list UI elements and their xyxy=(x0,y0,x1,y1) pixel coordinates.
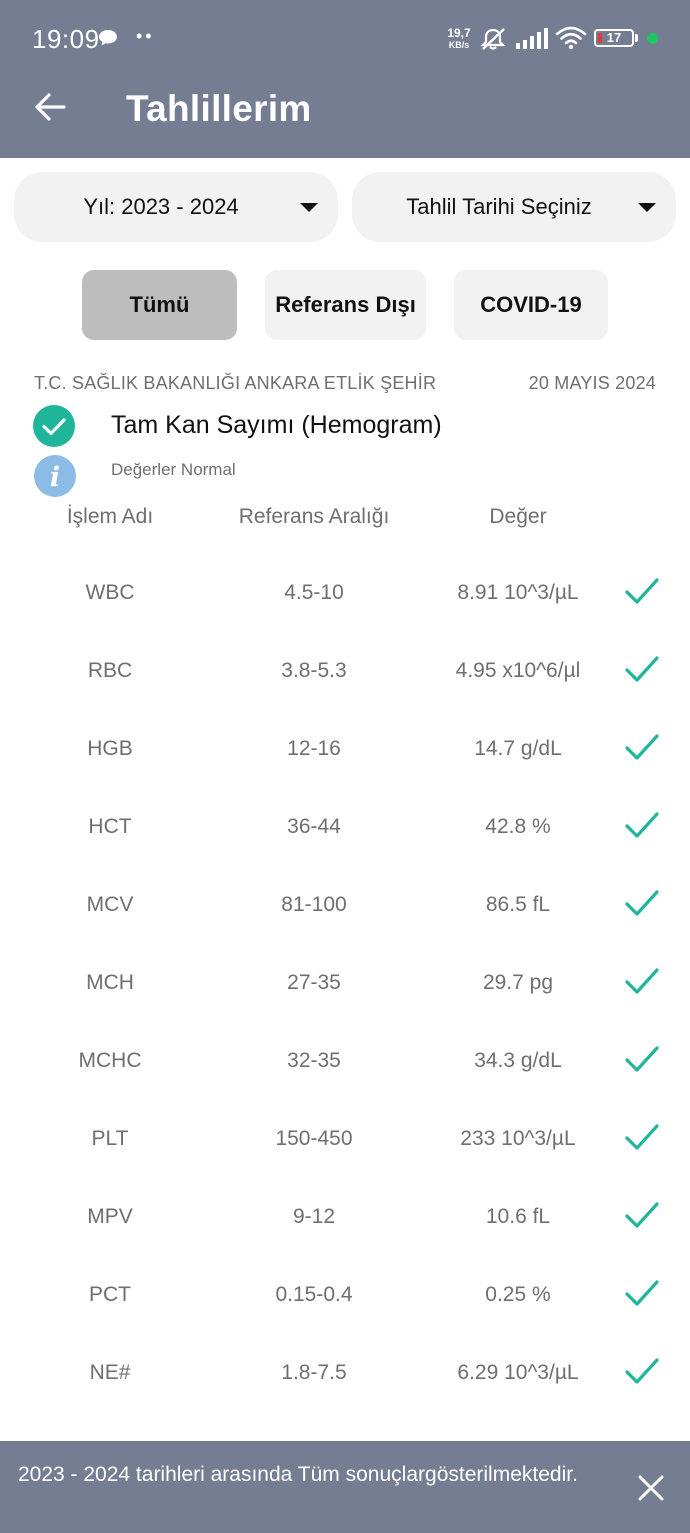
network-speed-value: 19,7 xyxy=(447,26,471,40)
row-reference: 150-450 xyxy=(275,1127,353,1150)
signal-icon xyxy=(516,28,548,49)
row-reference: 32-35 xyxy=(287,1049,341,1072)
checkmark-icon xyxy=(625,1280,659,1306)
network-speed-unit: KB/s xyxy=(448,40,470,50)
row-reference: 3.8-5.3 xyxy=(281,659,347,682)
snackbar: 2023 - 2024 tarihleri arasında Tüm sonuç… xyxy=(0,1441,690,1533)
dropdown-arrow-icon xyxy=(638,202,656,212)
test-date-dropdown-label: Tahlil Tarihi Seçiniz xyxy=(406,194,592,219)
table-row: MPV 9-12 10.6 fL xyxy=(0,1178,690,1256)
report-date: 20 MAYIS 2024 xyxy=(528,373,656,393)
column-header-value: Değer xyxy=(489,505,547,528)
status-bar: 19:09 •• 19,7 KB/s 17 xyxy=(0,0,690,60)
institution-name: T.C. SAĞLIK BAKANLIĞI ANKARA ETLİK ŞEHİR xyxy=(34,373,437,393)
wifi-icon xyxy=(555,26,587,50)
status-time: 19:09 xyxy=(32,24,100,54)
row-value: 34.3 g/dL xyxy=(474,1049,562,1072)
checkmark-icon xyxy=(625,1202,659,1228)
checkmark-icon xyxy=(625,656,659,682)
results-table: WBC 4.5-10 8.91 10^3/µL RBC 3.8-5.3 4.95… xyxy=(0,554,690,1412)
row-test-name: HCT xyxy=(88,815,132,838)
row-reference: 0.15-0.4 xyxy=(275,1283,353,1306)
chat-bubble-icon xyxy=(99,30,117,46)
close-icon[interactable] xyxy=(633,1470,669,1506)
network-speed: 19,7 KB/s xyxy=(443,27,475,51)
row-value: 233 10^3/µL xyxy=(460,1127,576,1150)
row-reference: 1.8-7.5 xyxy=(281,1361,347,1384)
mute-icon xyxy=(480,28,506,50)
table-row: HGB 12-16 14.7 g/dL xyxy=(0,710,690,788)
row-value: 86.5 fL xyxy=(485,893,551,916)
row-test-name: PLT xyxy=(91,1127,129,1150)
column-header-name: İşlem Adı xyxy=(66,505,154,528)
row-value: 0.25 % xyxy=(485,1283,551,1306)
row-test-name: PCT xyxy=(89,1283,131,1306)
filter-chip-out-of-range[interactable]: Referans Dışı xyxy=(265,270,426,340)
battery-icon: 17 xyxy=(594,29,634,47)
row-test-name: MPV xyxy=(87,1205,133,1228)
table-row: HCT 36-44 42.8 % xyxy=(0,788,690,866)
row-test-name: WBC xyxy=(85,581,135,604)
row-test-name: MCHC xyxy=(78,1049,142,1072)
filter-chip-all[interactable]: Tümü xyxy=(82,270,237,340)
table-row: PCT 0.15-0.4 0.25 % xyxy=(0,1256,690,1334)
checkmark-icon xyxy=(625,734,659,760)
checkmark-icon xyxy=(625,890,659,916)
row-test-name: MCH xyxy=(86,971,134,994)
info-icon[interactable]: i xyxy=(34,455,76,497)
table-row: NE# 1.8-7.5 6.29 10^3/µL xyxy=(0,1334,690,1412)
check-circle-icon xyxy=(33,405,75,447)
page-title: Tahlillerim xyxy=(126,88,312,129)
year-dropdown[interactable]: Yıl: 2023 - 2024 xyxy=(14,172,338,242)
table-row: MCV 81-100 86.5 fL xyxy=(0,866,690,944)
dropdown-arrow-icon xyxy=(300,202,318,212)
row-test-name: RBC xyxy=(87,659,133,682)
row-reference: 36-44 xyxy=(287,815,341,838)
table-row: RBC 3.8-5.3 4.95 x10^6/µl xyxy=(0,632,690,710)
row-reference: 81-100 xyxy=(281,893,347,916)
row-value: 6.29 10^3/µL xyxy=(457,1361,579,1384)
row-value: 10.6 fL xyxy=(485,1205,551,1228)
svg-text:i: i xyxy=(50,462,60,493)
battery-tip xyxy=(635,34,638,42)
test-status: Değerler Normal xyxy=(111,460,236,479)
battery-level: 17 xyxy=(606,30,622,45)
checkmark-icon xyxy=(625,1358,659,1384)
row-test-name: NE# xyxy=(89,1361,131,1384)
back-arrow-icon[interactable] xyxy=(26,82,76,132)
checkmark-icon xyxy=(625,1046,659,1072)
table-row: PLT 150-450 233 10^3/µL xyxy=(0,1100,690,1178)
checkmark-icon xyxy=(625,1124,659,1150)
table-row: WBC 4.5-10 8.91 10^3/µL xyxy=(0,554,690,632)
row-value: 4.95 x10^6/µl xyxy=(455,659,581,682)
row-test-name: HGB xyxy=(87,737,133,760)
row-value: 14.7 g/dL xyxy=(474,737,562,760)
year-dropdown-label: Yıl: 2023 - 2024 xyxy=(83,194,239,219)
table-header: İşlem Adı Referans Aralığı Değer xyxy=(0,505,690,529)
checkmark-icon xyxy=(625,968,659,994)
row-value: 42.8 % xyxy=(485,815,551,838)
row-value: 8.91 10^3/µL xyxy=(457,581,579,604)
column-header-reference: Referans Aralığı xyxy=(238,505,390,528)
table-row: MCHC 32-35 34.3 g/dL xyxy=(0,1022,690,1100)
status-dots: •• xyxy=(136,26,155,46)
row-reference: 9-12 xyxy=(292,1205,336,1228)
row-test-name: MCV xyxy=(86,893,134,916)
checkmark-icon xyxy=(625,812,659,838)
row-reference: 12-16 xyxy=(287,737,341,760)
row-value: 29.7 pg xyxy=(482,971,554,994)
table-row: MCH 27-35 29.7 pg xyxy=(0,944,690,1022)
app-bar: Tahlillerim xyxy=(0,60,690,158)
row-reference: 4.5-10 xyxy=(284,581,344,604)
test-date-dropdown[interactable]: Tahlil Tarihi Seçiniz xyxy=(352,172,676,242)
filter-chip-covid[interactable]: COVID-19 xyxy=(454,270,608,340)
snackbar-message: 2023 - 2024 tarihleri arasında Tüm sonuç… xyxy=(18,1463,578,1486)
row-reference: 27-35 xyxy=(287,971,341,994)
test-name[interactable]: Tam Kan Sayımı (Hemogram) xyxy=(111,411,442,440)
privacy-indicator-dot xyxy=(647,33,658,44)
checkmark-icon xyxy=(625,578,659,604)
